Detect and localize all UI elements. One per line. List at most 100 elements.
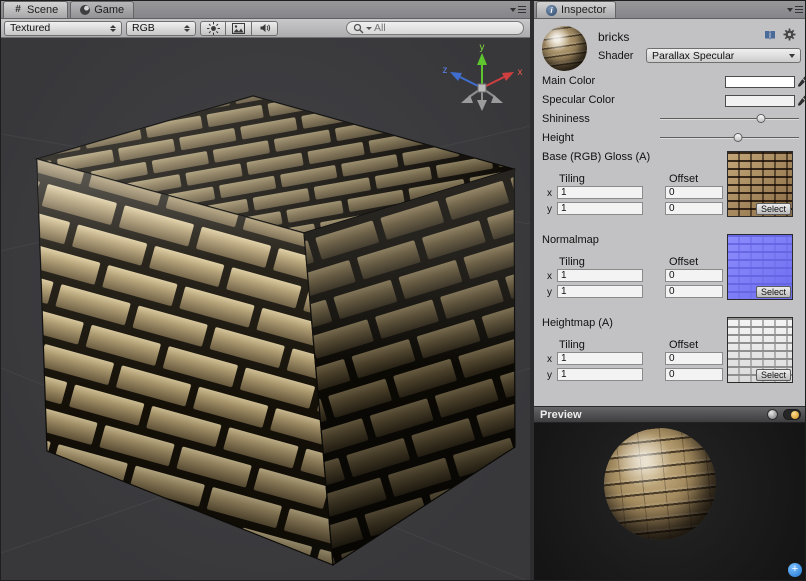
offset-y-input[interactable] (665, 368, 723, 381)
triangle-icon (510, 8, 516, 12)
x-axis-label[interactable]: x (518, 67, 523, 78)
section-title: Heightmap (A) (542, 317, 613, 329)
x-row-label: x (547, 354, 552, 365)
offset-header: Offset (669, 339, 698, 351)
scene-toolbar: Textured RGB (1, 19, 530, 38)
tiling-x-input[interactable] (557, 186, 643, 199)
scene-panel: Scene Game Textured RGB (1, 1, 530, 581)
offset-y-input[interactable] (665, 285, 723, 298)
slider-thumb[interactable] (733, 133, 742, 142)
preview-add-button[interactable]: + (788, 563, 802, 577)
texture-thumbnail-heightmap[interactable]: Select (727, 317, 793, 383)
texture-select-button[interactable]: Select (756, 369, 791, 381)
gear-icon[interactable] (783, 28, 796, 46)
render-channel-value: RGB (132, 22, 155, 34)
shader-value: Parallax Specular (652, 50, 734, 62)
image-icon (232, 23, 245, 34)
x-row-label: x (547, 271, 552, 282)
offset-y-input[interactable] (665, 202, 723, 215)
draw-mode-dropdown[interactable]: Textured (4, 21, 122, 36)
slider-track (660, 137, 799, 138)
x-axis-arrow[interactable] (502, 72, 514, 81)
tab-scene-label: Scene (27, 4, 58, 16)
scene-pane-menu-icon[interactable] (510, 6, 526, 13)
help-icon[interactable] (764, 28, 776, 46)
offset-header: Offset (669, 173, 698, 185)
texture-thumbnail-normalmap[interactable]: Select (727, 234, 793, 300)
chevron-down-icon (789, 54, 795, 58)
texture-select-button[interactable]: Select (756, 286, 791, 298)
gizmo-center-cube[interactable] (478, 84, 486, 92)
specular-color-swatch[interactable] (725, 95, 795, 107)
tiling-header: Tiling (559, 173, 585, 185)
preview-light-icon[interactable] (783, 409, 801, 420)
preview-header[interactable]: Preview (534, 406, 806, 423)
eyedropper-icon[interactable] (798, 75, 806, 87)
specular-color-label: Specular Color (542, 94, 615, 106)
scene-cube[interactable] (1, 38, 530, 581)
tiling-y-input[interactable] (557, 202, 643, 215)
material-name: bricks (598, 30, 629, 44)
unity-editor-window: Scene Game Textured RGB (0, 0, 806, 581)
render-channel-dropdown[interactable]: RGB (126, 21, 196, 36)
eyedropper-icon[interactable] (798, 94, 806, 106)
texture-section-heightmap: Heightmap (A) Tiling Offset x y Select (542, 317, 799, 397)
brick-cube[interactable] (37, 96, 515, 565)
material-preview-sphere[interactable] (604, 428, 716, 540)
texture-thumbnail-base[interactable]: Select (727, 151, 793, 217)
y-row-label: y (547, 287, 552, 298)
hamburger-icon (518, 6, 526, 13)
texture-section-normalmap: Normalmap Tiling Offset x y Select (542, 234, 799, 314)
lighting-toggle-button[interactable] (200, 21, 226, 36)
tab-game-label: Game (94, 4, 124, 16)
triangle-icon (787, 8, 793, 12)
tab-scene[interactable]: Scene (3, 1, 68, 18)
texture-select-button[interactable]: Select (756, 203, 791, 215)
search-filter-arrow-icon[interactable] (366, 27, 372, 30)
y-axis-label[interactable]: y (480, 42, 485, 53)
search-icon (353, 23, 364, 34)
section-title: Normalmap (542, 234, 599, 246)
tab-inspector-label: Inspector (561, 4, 606, 16)
y-row-label: y (547, 370, 552, 381)
y-axis-arrow[interactable] (477, 53, 487, 65)
slider-thumb[interactable] (757, 114, 766, 123)
tiling-x-input[interactable] (557, 269, 643, 282)
draw-mode-value: Textured (10, 22, 50, 34)
scene-viewport[interactable]: y z x (1, 38, 530, 581)
shader-dropdown[interactable]: Parallax Specular (646, 48, 801, 63)
height-slider[interactable] (660, 132, 799, 144)
sun-icon (207, 22, 220, 35)
height-label: Height (542, 132, 574, 144)
tiling-x-input[interactable] (557, 352, 643, 365)
shader-field-label: Shader (598, 50, 633, 62)
speaker-icon (259, 22, 271, 34)
updown-arrows-icon (184, 25, 190, 32)
offset-x-input[interactable] (665, 186, 723, 199)
scene-view-toggles (200, 21, 278, 36)
texture-section-base: Base (RGB) Gloss (A) Tiling Offset x y S… (542, 151, 799, 231)
shininess-slider[interactable] (660, 113, 799, 125)
tiling-y-input[interactable] (557, 368, 643, 381)
scene-orientation-gizmo[interactable]: y z x (440, 42, 524, 116)
tiling-header: Tiling (559, 339, 585, 351)
tab-game[interactable]: Game (70, 1, 134, 18)
main-color-swatch[interactable] (725, 76, 795, 88)
skybox-toggle-button[interactable] (226, 21, 252, 36)
tiling-y-input[interactable] (557, 285, 643, 298)
material-preview-icon[interactable] (542, 26, 587, 71)
preview-viewport[interactable]: + (534, 423, 806, 581)
inspector-pane-menu-icon[interactable] (787, 6, 803, 13)
z-axis-label[interactable]: z (443, 65, 448, 76)
shininess-label: Shininess (542, 113, 590, 125)
preview-mesh-icon[interactable] (767, 409, 778, 420)
inspector-tab-icon (546, 5, 557, 16)
offset-x-input[interactable] (665, 269, 723, 282)
audio-toggle-button[interactable] (252, 21, 278, 36)
search-input[interactable] (374, 22, 517, 34)
z-axis-arrow[interactable] (450, 72, 462, 81)
scene-search-field[interactable] (346, 21, 524, 35)
slider-track (660, 118, 799, 119)
offset-x-input[interactable] (665, 352, 723, 365)
tab-inspector[interactable]: Inspector (536, 1, 616, 18)
